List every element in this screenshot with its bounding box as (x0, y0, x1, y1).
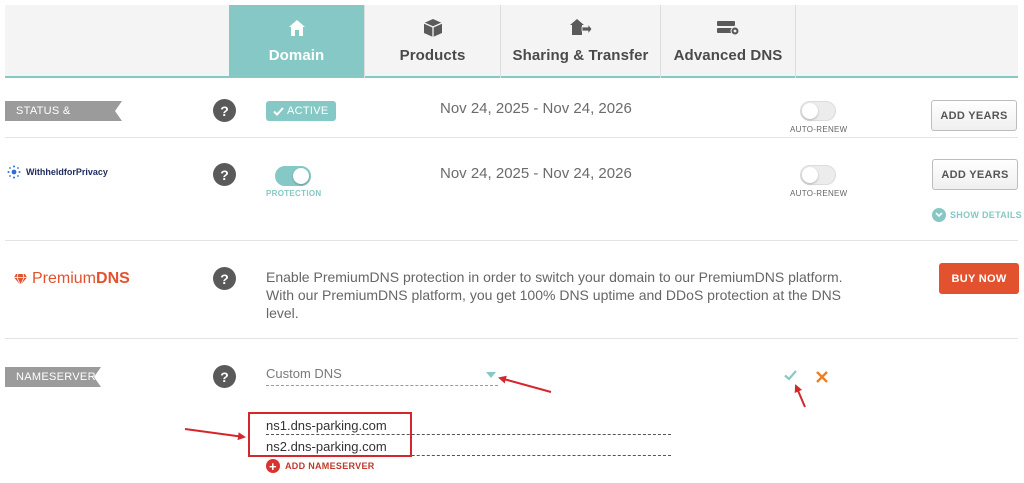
auto-renew-label: AUTO-RENEW (790, 125, 848, 134)
privacy-dates: Nov 24, 2025 - Nov 24, 2026 (440, 165, 632, 182)
withheld-for-privacy-logo: WithheldforPrivacy (7, 165, 108, 179)
confirm-check-icon[interactable] (784, 368, 797, 386)
status-badge: ACTIVE (266, 101, 336, 121)
diamond-icon (14, 273, 27, 286)
tab-label: Domain (268, 47, 325, 64)
arrow-to-dns-select (498, 375, 552, 393)
status-validity-ribbon: STATUS & VALIDITY (5, 101, 122, 121)
privacy-add-years-button[interactable]: ADD YEARS (932, 159, 1018, 190)
tab-sharing-transfer[interactable]: Sharing & Transfer (500, 5, 660, 78)
tab-label: Sharing & Transfer (512, 47, 649, 64)
row-divider (5, 137, 1018, 138)
add-years-button[interactable]: ADD YEARS (931, 100, 1017, 131)
auto-renew-toggle[interactable] (800, 101, 836, 121)
tab-label: Advanced DNS (673, 47, 783, 64)
nameservers-ribbon: NAMESERVERS (5, 367, 101, 387)
row-divider (5, 338, 1018, 339)
plus-icon: + (266, 459, 280, 473)
privacy-logo-text: WithheldforPrivacy (26, 167, 108, 177)
help-icon[interactable]: ? (213, 365, 236, 388)
tab-advanced-dns[interactable]: Advanced DNS (660, 5, 795, 78)
arrow-to-confirm (794, 384, 806, 408)
protection-label: PROTECTION (266, 189, 322, 198)
server-settings-icon (716, 17, 740, 39)
tab-bar: Domain Products Sharing & Transfer Advan… (5, 5, 1018, 78)
caret-down-icon (486, 372, 496, 378)
premium-dns-logo: Premium DNS (13, 270, 130, 288)
show-details-label: SHOW DETAILS (950, 210, 1022, 220)
status-badge-label: ACTIVE (287, 105, 329, 117)
annotation-highlight-box (248, 412, 412, 457)
show-details-link[interactable]: SHOW DETAILS (932, 208, 1022, 222)
tab-products[interactable]: Products (364, 5, 500, 78)
help-icon[interactable]: ? (213, 267, 236, 290)
home-icon (288, 17, 306, 39)
premium-dns-description: Enable PremiumDNS protection in order to… (266, 269, 843, 321)
share-transfer-icon (569, 17, 593, 39)
row-divider (5, 240, 1018, 241)
help-icon[interactable]: ? (213, 163, 236, 186)
validity-dates: Nov 24, 2025 - Nov 24, 2026 (440, 100, 632, 117)
chevron-down-icon (932, 208, 946, 222)
premium-dns-logo-light: Premium (32, 270, 97, 287)
privacy-auto-renew-label: AUTO-RENEW (790, 189, 848, 198)
protection-toggle[interactable] (275, 166, 311, 186)
buy-now-button[interactable]: BUY NOW (939, 263, 1019, 294)
help-icon[interactable]: ? (213, 99, 236, 122)
premium-dns-logo-bold: DNS (96, 270, 130, 287)
cancel-x-icon[interactable] (816, 370, 828, 388)
dns-type-select[interactable]: Custom DNS (266, 366, 498, 386)
tab-label: Products (399, 47, 466, 64)
box-icon (423, 17, 443, 39)
add-nameserver-button[interactable]: + ADD NAMESERVER (266, 459, 375, 473)
privacy-logo-icon (7, 165, 21, 179)
tab-divider (795, 5, 796, 78)
arrow-to-nameservers (184, 428, 246, 441)
privacy-auto-renew-toggle[interactable] (800, 165, 836, 185)
tab-domain[interactable]: Domain (229, 5, 364, 78)
check-icon (273, 106, 284, 116)
add-nameserver-label: ADD NAMESERVER (285, 461, 375, 471)
dns-type-value: Custom DNS (266, 366, 342, 381)
